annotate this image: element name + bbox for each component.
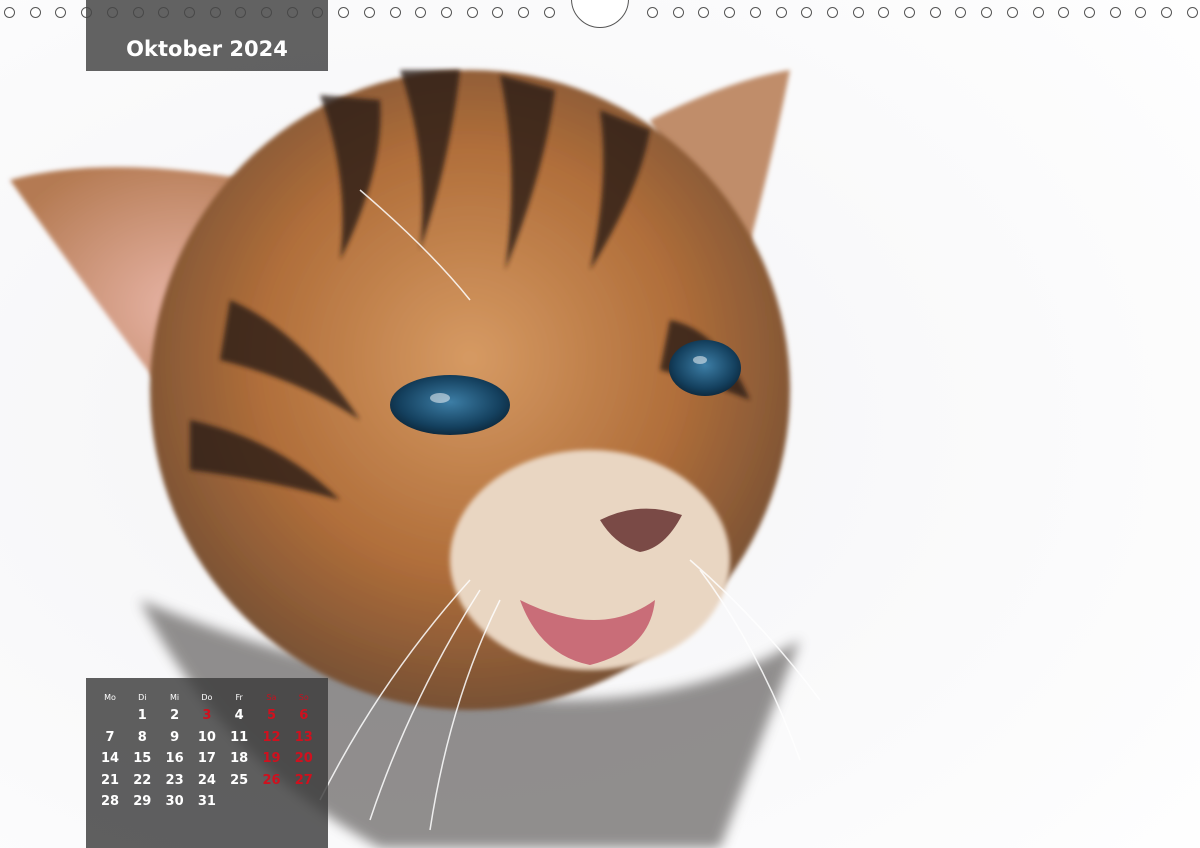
calendar-day: 12 (262, 729, 281, 745)
binding-hole (1006, 7, 1018, 18)
binding-hole (518, 7, 529, 18)
binding-hole (698, 7, 710, 18)
weekday-label: So (298, 693, 309, 702)
binding-hole (1135, 7, 1147, 18)
binding-hole (1109, 7, 1121, 18)
calendar-day: 13 (294, 729, 313, 745)
binding-hole (338, 7, 350, 18)
calendar-day: 30 (165, 794, 184, 809)
calendar-day: 7 (105, 729, 115, 745)
binding-hole (852, 7, 864, 18)
calendar-day: 11 (230, 729, 249, 745)
calendar-day: 23 (165, 772, 184, 788)
calendar-day: 9 (170, 729, 180, 745)
calendar-day: 22 (133, 772, 152, 788)
weekday-header: Mo Di Mi Do Fr Sa So (86, 692, 328, 704)
binding-hole (415, 7, 427, 18)
binding-hole (363, 7, 375, 18)
calendar-day: 5 (266, 708, 277, 723)
binding-hole (981, 7, 993, 18)
binding-hole (55, 7, 67, 18)
binding-hole (492, 7, 504, 18)
binding-hole (775, 7, 787, 18)
weekday-label: Do (201, 693, 213, 702)
calendar-day: 8 (137, 729, 147, 745)
binding-hole (878, 7, 890, 18)
binding-hole (466, 7, 478, 18)
calendar-day: 15 (133, 751, 152, 766)
calendar-day: 4 (234, 708, 244, 723)
binding-hole (1083, 7, 1095, 18)
binding-hole (29, 7, 41, 18)
binding-hole (1058, 7, 1070, 18)
calendar-day: 16 (165, 751, 184, 766)
binding-hole (1032, 7, 1044, 18)
calendar-day: 1 (137, 708, 147, 723)
binding-hole (543, 7, 555, 18)
weekday-label: Mi (170, 693, 180, 702)
weekday-label: Mo (104, 693, 116, 702)
binding-hole (801, 7, 813, 18)
binding-hole (440, 7, 452, 18)
calendar-day: 6 (299, 708, 309, 723)
binding-hole (904, 7, 915, 18)
calendar-day: 31 (197, 794, 216, 809)
weekday-label: Sa (266, 693, 277, 702)
binding-hole (955, 7, 967, 18)
binding-hole (826, 7, 838, 18)
binding-hole (1161, 7, 1172, 18)
calendar-day: 21 (100, 772, 120, 788)
calendar-day: 10 (197, 729, 216, 745)
binding-hole (749, 7, 761, 18)
binding-hole (389, 7, 401, 18)
calendar-day: 17 (197, 751, 216, 766)
month-title: Oktober 2024 (126, 37, 288, 61)
calendar-day: 29 (133, 794, 152, 809)
calendar-day: 19 (262, 751, 281, 766)
binding-hole (929, 7, 941, 18)
month-calendar-grid: Mo Di Mi Do Fr Sa So 1 2 3 4 5 6 7 8 9 10 11 12 13 14 15 16 17… (86, 678, 328, 848)
calendar-day: 24 (197, 772, 216, 788)
calendar-day: 18 (230, 751, 249, 766)
calendar-day: 2 (170, 708, 180, 723)
binding-hole (1186, 7, 1198, 18)
binding-hole (672, 7, 684, 18)
weekday-label: Di (138, 693, 147, 702)
weekday-label: Fr (235, 693, 243, 702)
calendar-day: 26 (262, 772, 281, 788)
month-title-box: Oktober 2024 (86, 0, 328, 71)
binding-hole (647, 7, 658, 18)
binding-hole (4, 7, 15, 18)
calendar-day: 14 (100, 751, 120, 766)
calendar-day: 28 (100, 794, 120, 809)
binding-hole (724, 7, 736, 18)
calendar-day: 3 (202, 708, 212, 723)
calendar-day: 20 (294, 751, 313, 766)
calendar-day: 27 (294, 772, 313, 788)
calendar-day: 25 (230, 772, 249, 788)
